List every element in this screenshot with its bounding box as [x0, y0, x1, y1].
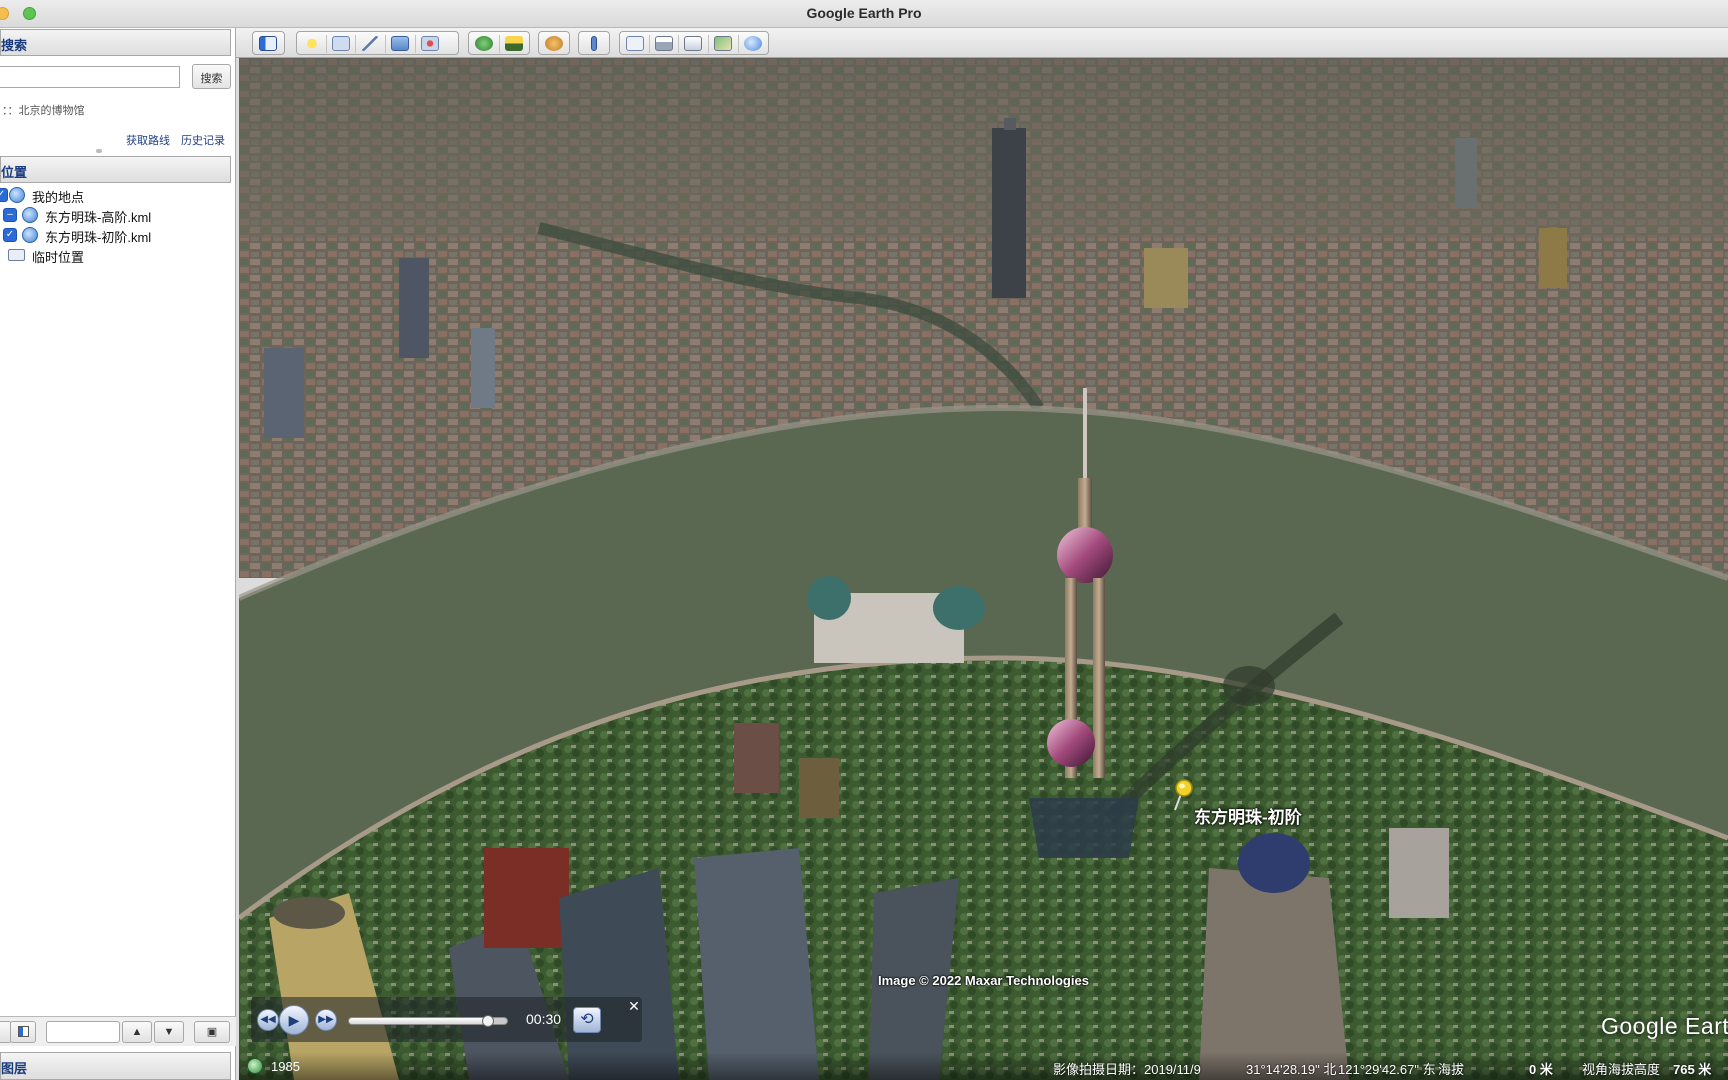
- elevation-label: 海拔: [1438, 1062, 1465, 1077]
- historical-imagery-icon[interactable]: [470, 33, 498, 53]
- earth-3d-view[interactable]: 东方明珠-初阶 Image © 2022 Maxar Technologies …: [239, 58, 1728, 1080]
- print-icon[interactable]: [650, 33, 678, 53]
- toolbar-group-create: [296, 31, 459, 55]
- repeat-icon[interactable]: ⟲: [573, 1007, 601, 1033]
- panel-resize-grip[interactable]: [96, 149, 102, 153]
- layers-panel-header[interactable]: 图层: [0, 1052, 231, 1080]
- ruler-icon[interactable]: [580, 33, 608, 53]
- search-panel-title: 搜索: [1, 38, 28, 53]
- get-directions-link[interactable]: 获取路线: [126, 132, 170, 148]
- status-bar: 1985 影像拍摄日期：2019/11/9 31°14'28.19" 北 121…: [239, 1052, 1728, 1080]
- record-tour-icon[interactable]: [416, 33, 444, 53]
- checkbox[interactable]: ✓: [0, 188, 8, 202]
- google-earth-logo: Google Earth: [1601, 1013, 1728, 1039]
- tour-player: ✕ ◀◀ ▶ ▶▶ 00:30 ⟲: [251, 997, 642, 1042]
- fast-forward-icon[interactable]: ▶▶: [315, 1009, 337, 1031]
- tour-progress-fill: [349, 1018, 489, 1024]
- toolbar-group-ruler: [578, 31, 610, 55]
- google-earth-window: Google Earth Pro 搜索 搜索 ：：北京的博物馆 获取路线 历史记…: [0, 0, 1728, 1080]
- imagery-attribution: Image © 2022 Maxar Technologies: [878, 973, 1089, 988]
- latitude: 31°14'28.19" 北: [1246, 1062, 1337, 1077]
- placemark-label[interactable]: 东方明珠-初阶: [1194, 803, 1302, 828]
- tree-item-label: 东方明珠-高阶.kml: [45, 210, 152, 225]
- tour-progress-handle[interactable]: [482, 1015, 495, 1027]
- eye-altitude-label: 视角海拔高度: [1582, 1062, 1661, 1077]
- tree-item-label: 我的地点: [32, 190, 85, 205]
- google-maps-icon[interactable]: [709, 33, 737, 53]
- sidebar: 搜索 搜索 ：：北京的博物馆 获取路线 历史记录 位置 ✓ 我的地点 – 东方明…: [0, 28, 236, 1080]
- toolbar-group-view: [468, 31, 530, 55]
- sidebar-bottom-bar: ▲ ▼ ▣: [0, 1016, 236, 1046]
- imagery-date: 影像拍摄日期：2019/11/9: [1053, 1062, 1201, 1077]
- historical-imagery-globe-icon[interactable]: [247, 1058, 263, 1074]
- email-icon[interactable]: [621, 33, 649, 53]
- imagery-year[interactable]: 1985: [271, 1059, 300, 1074]
- toolbar: [236, 28, 1728, 58]
- search-panel-header[interactable]: 搜索: [0, 29, 231, 56]
- kml-icon: [22, 227, 38, 243]
- save-image-icon[interactable]: [679, 33, 707, 53]
- history-link[interactable]: 历史记录: [181, 132, 225, 148]
- placemark-icon[interactable]: [298, 33, 326, 53]
- tree-item-label: 东方明珠-初阶.kml: [45, 230, 152, 245]
- places-panel-header[interactable]: 位置: [0, 156, 231, 183]
- sidebar-toggle-icon[interactable]: [254, 33, 282, 53]
- eye-altitude-value: 765 米: [1673, 1062, 1712, 1077]
- places-panel-title: 位置: [1, 165, 28, 180]
- kml-icon: [22, 207, 38, 223]
- elevation-value: 0 米: [1529, 1062, 1553, 1077]
- places-folder-icon: [9, 187, 25, 203]
- search-input[interactable]: [0, 66, 180, 88]
- toolbar-group-planets: [538, 31, 570, 55]
- close-icon[interactable]: ✕: [627, 999, 641, 1013]
- split-view-icon[interactable]: [10, 1021, 36, 1043]
- tour-places-icon[interactable]: ▣: [194, 1021, 230, 1043]
- sidebar-filter-field[interactable]: [46, 1021, 120, 1043]
- polygon-icon[interactable]: [327, 33, 355, 53]
- window-title: Google Earth Pro: [806, 5, 922, 21]
- sunlight-icon[interactable]: [500, 33, 528, 53]
- search-button[interactable]: 搜索: [192, 64, 231, 89]
- planets-icon[interactable]: [540, 33, 568, 53]
- play-icon[interactable]: ▶: [279, 1005, 309, 1035]
- tour-time: 00:30: [526, 1011, 562, 1027]
- rewind-icon[interactable]: ◀◀: [257, 1009, 279, 1031]
- folder-icon: [8, 249, 25, 261]
- toolbar-group-sidebar: [252, 31, 285, 55]
- checkbox[interactable]: –: [3, 208, 17, 222]
- longitude: 121°29'42.67" 东: [1338, 1062, 1436, 1077]
- move-up-button[interactable]: ▲: [122, 1021, 152, 1043]
- path-icon[interactable]: [356, 33, 384, 53]
- search-hint: ：：北京的博物馆: [2, 105, 85, 117]
- move-down-button[interactable]: ▼: [154, 1021, 184, 1043]
- layers-panel-title: 图层: [1, 1061, 28, 1076]
- title-bar: Google Earth Pro: [0, 0, 1728, 28]
- toolbar-group-share: [619, 31, 769, 55]
- tree-item-label: 临时位置: [32, 250, 85, 265]
- tour-progress-slider[interactable]: [348, 1015, 508, 1027]
- image-overlay-icon[interactable]: [386, 33, 414, 53]
- earth-icon[interactable]: [739, 33, 767, 53]
- checkbox[interactable]: ✓: [3, 228, 17, 242]
- map-imagery: [239, 58, 1728, 1080]
